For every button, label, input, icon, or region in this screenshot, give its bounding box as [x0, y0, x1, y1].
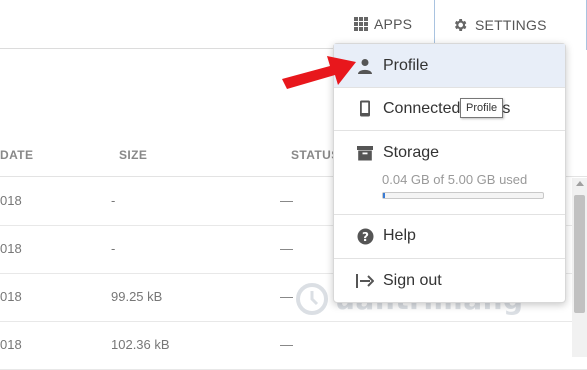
sign-out-arrow-icon	[356, 272, 374, 290]
status-cell: —	[280, 337, 293, 352]
apps-label: APPS	[374, 16, 413, 32]
size-cell: 102.36 kB	[111, 337, 170, 352]
storage-usage-fill	[383, 193, 385, 198]
menu-item-help[interactable]: ? Help	[334, 215, 565, 257]
size-cell: -	[111, 193, 116, 208]
date-cell: 018	[0, 241, 22, 256]
column-header-date[interactable]: DATE	[0, 148, 33, 162]
scroll-up-arrow-icon[interactable]	[576, 181, 584, 186]
date-cell: 018	[0, 337, 22, 352]
grid-icon	[354, 17, 368, 31]
status-cell: —	[280, 193, 293, 208]
archive-box-icon	[356, 144, 374, 162]
menu-item-connected[interactable]: Connected s	[334, 88, 565, 129]
menu-item-label: Sign out	[383, 271, 442, 289]
date-cell: 018	[0, 193, 22, 208]
menu-item-label-suffix: s	[502, 99, 511, 117]
apps-button[interactable]: APPS	[345, 0, 435, 48]
watermark-logo-icon	[296, 283, 328, 315]
status-cell: —	[280, 241, 293, 256]
menu-item-label: Connected	[383, 99, 461, 117]
settings-label: SETTINGS	[475, 17, 547, 33]
settings-dropdown-menu: Profile Connected s Storage 0.04 GB of 5…	[333, 43, 566, 303]
status-cell: —	[280, 289, 293, 304]
tooltip: Profile	[460, 98, 504, 118]
menu-item-signout[interactable]: Sign out	[334, 259, 565, 302]
menu-item-label: Storage	[383, 144, 440, 161]
menu-item-profile[interactable]: Profile	[334, 44, 565, 87]
phone-icon	[356, 100, 374, 118]
top-bar: APPS SETTINGS	[0, 0, 587, 50]
size-cell: -	[111, 241, 116, 256]
storage-usage-bar	[382, 192, 544, 199]
menu-item-label: Help	[383, 227, 416, 244]
gear-icon	[454, 19, 467, 31]
scroll-thumb[interactable]	[574, 195, 585, 313]
menu-item-label: Profile	[383, 56, 429, 74]
column-header-size[interactable]: SIZE	[119, 148, 147, 162]
annotation-arrow-icon	[282, 56, 356, 89]
size-cell: 99.25 kB	[111, 289, 163, 304]
date-cell: 018	[0, 289, 22, 304]
question-circle-icon: ?	[356, 227, 374, 245]
storage-usage-text: 0.04 GB of 5.00 GB used	[382, 172, 528, 187]
table-row[interactable]: 018 102.36 kB —	[0, 321, 587, 370]
menu-divider	[334, 130, 565, 131]
svg-text:?: ?	[362, 230, 369, 244]
vertical-scrollbar[interactable]	[572, 178, 587, 357]
menu-item-storage[interactable]: Storage	[334, 140, 565, 166]
